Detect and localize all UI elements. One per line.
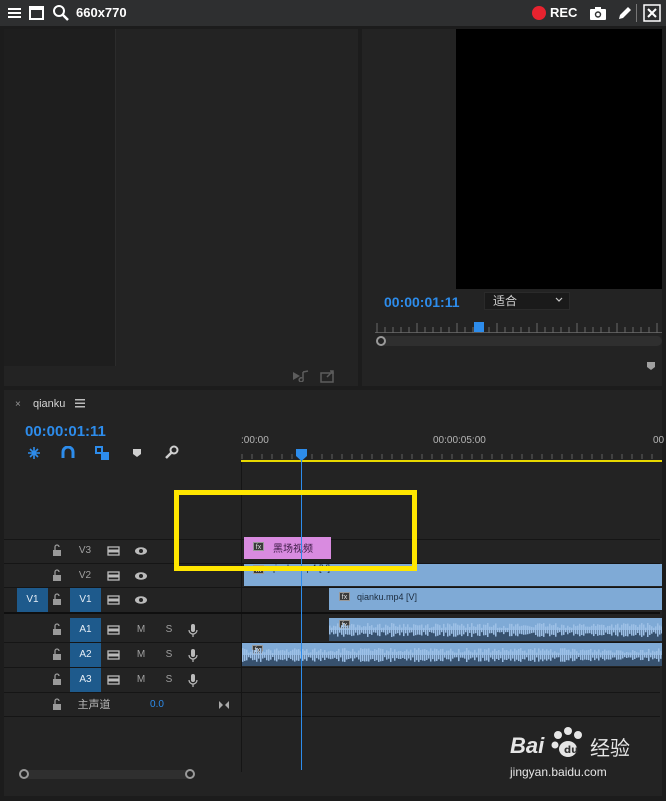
program-monitor-panel: 00:00:01:11 适合 [362,29,662,386]
fit-zoom-value: 适合 [493,294,518,308]
clip-v1-qianku[interactable]: fx qianku.mp4 [V] [329,588,662,610]
snap-magnet-icon[interactable] [61,446,75,460]
baidu-jingyan-watermark: Bai du 经验 jingyan.baidu.com [510,727,660,797]
timeline-timecode[interactable]: 00:00:01:11 [25,423,106,440]
close-tab-icon[interactable]: × [15,399,21,410]
track-header-a3[interactable]: A3 M S [4,668,239,692]
watermark-brand-cn: 经验 [590,738,630,760]
watermark-brand: Bai [510,733,545,758]
lock-icon[interactable] [52,588,66,612]
source-monitor-panel [4,29,358,386]
master-volume-value[interactable]: 0.0 [146,693,168,717]
linked-selection-icon[interactable] [94,445,110,461]
marker-icon[interactable] [646,361,656,371]
mute-button[interactable]: M [134,643,148,667]
program-video-frame [456,29,662,289]
wrench-icon[interactable] [163,445,179,461]
eye-icon[interactable] [134,588,152,612]
program-scrub-ruler[interactable] [375,319,662,333]
program-timecode[interactable]: 00:00:01:11 [384,294,460,310]
watermark-url: jingyan.baidu.com [510,765,607,779]
microphone-icon[interactable] [188,668,202,692]
capture-size-label: 660x770 [76,5,127,20]
lock-icon[interactable] [52,668,66,692]
recorder-toolbar: 660x770 REC [0,0,666,26]
clip-a2-audio[interactable]: fx [242,643,662,666]
zoom-handle-right[interactable] [185,769,195,779]
lock-icon[interactable] [52,539,66,563]
track-label-v1[interactable]: V1 [70,588,101,612]
window-icon[interactable] [28,4,46,22]
toggle-sync-lock-icon[interactable] [107,618,125,642]
chevron-down-icon [555,295,563,305]
fit-zoom-select[interactable]: 适合 [484,292,570,310]
mute-button[interactable]: M [134,668,148,692]
export-frame-icon[interactable] [320,369,336,383]
track-label-a2[interactable]: A2 [70,643,101,667]
lock-icon[interactable] [52,643,66,667]
pen-icon[interactable] [616,4,634,22]
add-marker-icon[interactable] [132,448,142,458]
toolbar-divider [636,4,637,22]
clip-v1-label: qianku.mp4 [V] [357,592,418,602]
solo-button[interactable]: S [162,643,176,667]
track-label-v2[interactable]: V2 [72,564,98,588]
microphone-icon[interactable] [188,618,202,642]
zoom-handle-left[interactable] [19,769,29,779]
close-icon[interactable] [643,4,661,22]
insert-audio-icon[interactable] [292,370,310,382]
nest-sequence-icon[interactable] [27,446,41,460]
track-header-v1[interactable]: V1 V1 [4,588,239,612]
mute-button[interactable]: M [134,618,148,642]
track-label-v3[interactable]: V3 [72,539,98,563]
source-monitor-viewer [4,29,116,366]
toggle-sync-lock-icon[interactable] [107,643,125,667]
camera-icon[interactable] [589,4,607,22]
eye-icon[interactable] [134,539,152,563]
fx-badge: fx [339,592,350,601]
program-playhead[interactable] [474,322,484,332]
go-to-edit-point-icon[interactable] [218,693,232,717]
eye-icon[interactable] [134,564,152,588]
toggle-sync-lock-icon[interactable] [107,588,125,612]
toggle-sync-lock-icon[interactable] [107,668,125,692]
record-button[interactable]: REC [550,5,577,20]
timeline-zoom-scrollbar[interactable] [24,770,192,779]
panel-menu-icon[interactable] [75,399,85,408]
zoom-icon[interactable] [52,4,70,22]
video-audio-divider [4,612,660,614]
paw-logo-icon: du [550,727,586,761]
solo-button[interactable]: S [162,618,176,642]
scrollbar-handle-left[interactable] [376,336,386,346]
record-dot-icon[interactable] [532,6,546,20]
clip-a1-audio[interactable]: fx [329,618,662,641]
sequence-tab[interactable]: qianku [33,398,65,410]
master-track-label: 主声道 [77,699,111,711]
microphone-icon[interactable] [188,643,202,667]
lock-icon[interactable] [52,693,66,717]
program-zoom-scrollbar[interactable] [378,336,662,346]
menu-icon[interactable] [6,4,24,22]
track-label-a1[interactable]: A1 [70,618,101,642]
solo-button[interactable]: S [162,668,176,692]
svg-text:du: du [564,745,578,756]
toggle-sync-lock-icon[interactable] [107,539,125,563]
track-label-a3[interactable]: A3 [70,668,101,692]
track-header-a1[interactable]: A1 M S [4,618,239,642]
track-header-a2[interactable]: A2 M S [4,643,239,667]
lock-icon[interactable] [52,618,66,642]
lock-icon[interactable] [52,564,66,588]
toggle-sync-lock-icon[interactable] [107,564,125,588]
source-patch-v1[interactable]: V1 [17,588,48,612]
highlight-annotation-box [174,490,417,571]
track-header-master[interactable]: 主声道 0.0 [4,693,239,717]
